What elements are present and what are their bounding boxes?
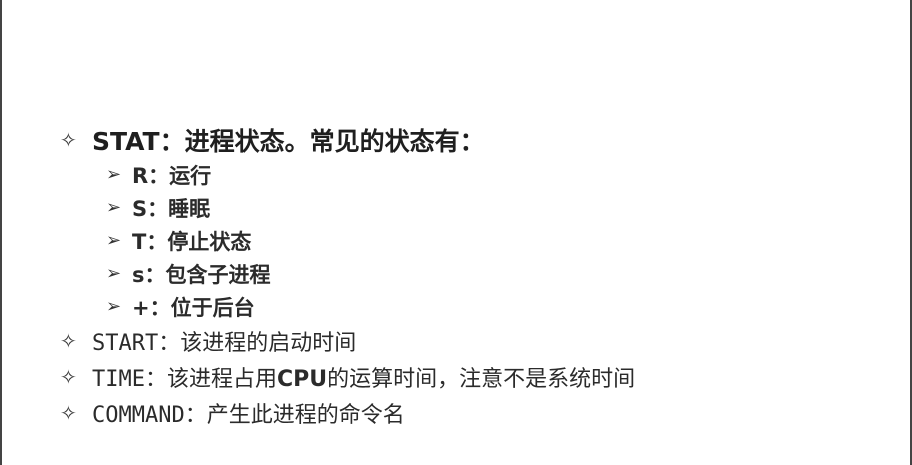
arrow-bullet-icon: ➢: [106, 230, 122, 251]
subitem-text: s：包含子进程: [132, 262, 271, 287]
subitem-text: T：停止状态: [132, 229, 252, 254]
subitem-text: R：运行: [132, 163, 212, 188]
subitem-text: +：位于后台: [132, 295, 255, 320]
time-description-before: ：该进程占用: [144, 367, 277, 392]
time-label: TIME: [92, 367, 145, 392]
subitem-stopped: ➢ T：停止状态: [60, 224, 880, 257]
slide-content: ✧ STAT：进程状态。常见的状态有： ➢ R：运行 ➢ S：睡眠 ➢ T：停止…: [60, 121, 880, 431]
diamond-bullet-icon: ✧: [60, 127, 77, 152]
command-description: ：产生此进程的命令名: [184, 403, 405, 428]
time-description-after: 的运算时间，注意不是系统时间: [327, 367, 636, 392]
stat-heading: STAT：进程状态。常见的状态有：: [92, 126, 485, 156]
subitem-child-process: ➢ s：包含子进程: [60, 257, 880, 290]
start-description: ：该进程的启动时间: [158, 331, 357, 356]
subitem-background: ➢ +：位于后台: [60, 290, 880, 323]
arrow-bullet-icon: ➢: [106, 296, 122, 317]
arrow-bullet-icon: ➢: [106, 263, 122, 284]
bullet-item-start: ✧ START：该进程的启动时间: [60, 323, 880, 359]
bullet-item-time: ✧ TIME：该进程占用CPU的运算时间，注意不是系统时间: [60, 359, 880, 395]
arrow-bullet-icon: ➢: [106, 197, 122, 218]
subitem-running: ➢ R：运行: [60, 158, 880, 191]
subitem-text: S：睡眠: [132, 196, 211, 221]
arrow-bullet-icon: ➢: [106, 164, 122, 185]
bullet-item-command: ✧ COMMAND：产生此进程的命令名: [60, 395, 880, 431]
diamond-bullet-icon: ✧: [60, 329, 77, 353]
bullet-item-stat: ✧ STAT：进程状态。常见的状态有：: [60, 121, 880, 158]
start-line: START：该进程的启动时间: [92, 325, 356, 357]
command-line: COMMAND：产生此进程的命令名: [92, 397, 405, 429]
slide: ✧ STAT：进程状态。常见的状态有： ➢ R：运行 ➢ S：睡眠 ➢ T：停止…: [0, 0, 912, 465]
cpu-emphasis: CPU: [277, 367, 328, 392]
diamond-bullet-icon: ✧: [60, 401, 77, 425]
subitem-sleeping: ➢ S：睡眠: [60, 191, 880, 224]
diamond-bullet-icon: ✧: [60, 365, 77, 389]
start-label: START: [92, 331, 159, 356]
command-label: COMMAND: [92, 403, 185, 428]
time-line: TIME：该进程占用CPU的运算时间，注意不是系统时间: [92, 361, 635, 393]
